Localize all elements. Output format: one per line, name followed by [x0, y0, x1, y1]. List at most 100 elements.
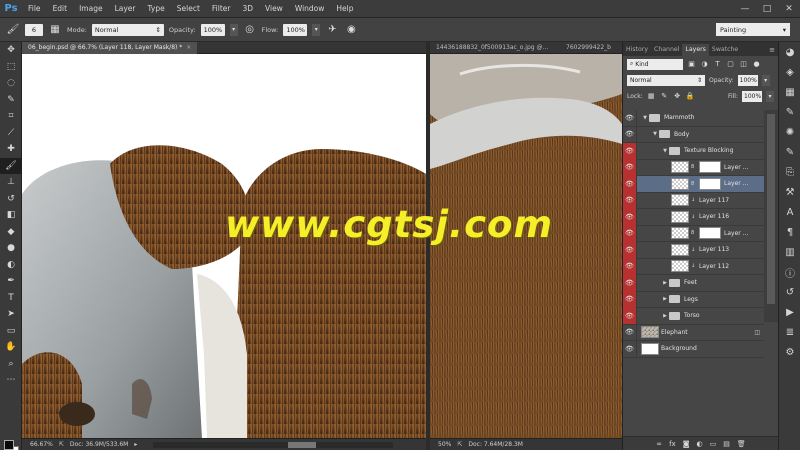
layer-opacity-dropdown-icon[interactable]: ▾ — [761, 74, 770, 86]
document-tab-reference-2[interactable]: 7602999422_b — [560, 42, 622, 54]
properties-panel-icon[interactable]: ≣ — [779, 322, 800, 342]
chevron-down-icon[interactable]: ▼ — [661, 148, 669, 154]
layer-row[interactable]: 👁 ▼ Body — [623, 126, 764, 143]
layers-dock-icon[interactable]: ◈ — [779, 62, 800, 82]
document-tab-main[interactable]: 06_begin.psd @ 66.7% (Layer 118, Layer M… — [22, 41, 198, 54]
character-panel-icon[interactable]: A — [779, 202, 800, 222]
layer-row[interactable]: 👁 Elephant ◫ — [623, 324, 764, 341]
zoom-level[interactable]: 66.67% — [30, 441, 53, 448]
type-tool-icon[interactable]: T — [0, 290, 22, 307]
eye-icon[interactable]: 👁 — [623, 192, 637, 209]
filter-toggle-icon[interactable]: ● — [752, 59, 761, 69]
layer-thumbnail[interactable] — [641, 342, 659, 355]
close-icon[interactable]: × — [186, 44, 191, 51]
link-layers-icon[interactable]: ∞ — [656, 440, 662, 448]
menu-view[interactable]: View — [259, 0, 289, 18]
export-icon[interactable]: ⇱ — [457, 441, 462, 448]
menu-filter[interactable]: Filter — [206, 0, 237, 18]
eye-icon[interactable]: 👁 — [623, 274, 637, 291]
menu-image[interactable]: Image — [73, 0, 109, 18]
menu-type[interactable]: Type — [142, 0, 171, 18]
chevron-down-icon[interactable]: ▼ — [641, 115, 649, 121]
dodge-tool-icon[interactable]: ◐ — [0, 257, 22, 274]
brush-panel-icon[interactable]: ▦ — [48, 23, 62, 37]
menu-help[interactable]: Help — [330, 0, 359, 18]
horizontal-scrollbar[interactable] — [153, 441, 394, 448]
filter-type-icon[interactable]: T — [713, 59, 722, 69]
layer-thumbnail[interactable] — [671, 227, 689, 240]
rectangle-tool-icon[interactable]: ▭ — [0, 323, 22, 340]
tab-channels[interactable]: Channel — [651, 44, 682, 56]
layer-row[interactable]: 👁 ▶ Torso — [623, 307, 764, 325]
menu-layer[interactable]: Layer — [109, 0, 142, 18]
chevron-down-icon[interactable]: ▼ — [651, 131, 659, 137]
workspace-select[interactable]: Painting ▾ — [716, 23, 790, 36]
opacity-dropdown-icon[interactable]: ▾ — [229, 23, 238, 36]
layer-row[interactable]: 👁 ▼ Texture Blocking — [623, 142, 764, 160]
layer-thumbnail[interactable] — [671, 161, 689, 174]
add-mask-icon[interactable]: ◙ — [683, 440, 690, 448]
filter-shape-icon[interactable]: ▢ — [726, 59, 735, 69]
history-dock-icon[interactable]: ↺ — [779, 282, 800, 302]
eye-icon[interactable]: 👁 — [623, 241, 637, 258]
eye-icon[interactable]: 👁 — [623, 126, 637, 143]
eyedropper-tool-icon[interactable]: ⟋ — [0, 125, 22, 142]
opacity-input[interactable]: 100% — [200, 23, 225, 36]
filter-adjustment-icon[interactable]: ◑ — [700, 59, 709, 69]
pressure-size-icon[interactable]: ◉ — [344, 23, 358, 37]
paragraph-panel-icon[interactable]: ¶ — [779, 222, 800, 242]
marquee-tool-icon[interactable]: ⬚ — [0, 59, 22, 76]
eye-icon[interactable]: 👁 — [623, 159, 637, 176]
zoom-level[interactable]: 50% — [438, 441, 451, 448]
layer-thumbnail[interactable] — [671, 210, 689, 223]
layer-mask-thumbnail[interactable] — [699, 177, 721, 190]
info-panel-icon[interactable]: ⓘ — [779, 262, 800, 282]
brush-tool-icon[interactable]: 🖌 — [0, 157, 22, 174]
layer-row[interactable]: 👁 ↓ Layer 112 — [623, 258, 764, 275]
hand-tool-icon[interactable]: ✋ — [0, 339, 22, 356]
eye-icon[interactable]: 👁 — [623, 175, 637, 192]
layer-thumbnail[interactable] — [641, 326, 659, 339]
layer-style-icon[interactable]: fx — [669, 440, 676, 448]
kind-filter-select[interactable]: ⌕ Kind — [627, 58, 683, 70]
layer-row[interactable]: 👁 ↓ Layer 117 — [623, 192, 764, 209]
gear-icon[interactable]: ✺ — [779, 122, 800, 142]
brush-dock-icon[interactable]: ✎ — [779, 142, 800, 162]
healing-brush-tool-icon[interactable]: ✚ — [0, 141, 22, 158]
lock-position-icon[interactable]: ✥ — [673, 91, 682, 101]
layer-row[interactable]: 👁 8 Layer ... — [623, 225, 764, 242]
layers-scrollbar[interactable] — [764, 110, 778, 322]
eraser-tool-icon[interactable]: ◧ — [0, 207, 22, 224]
export-icon[interactable]: ⇱ — [59, 441, 64, 448]
scroll-thumb[interactable] — [288, 441, 317, 448]
chevron-right-icon[interactable]: ▶ — [661, 280, 669, 286]
chevron-right-icon[interactable]: ▶ — [661, 296, 669, 302]
blur-tool-icon[interactable]: ● — [0, 240, 22, 257]
status-menu-icon[interactable]: ▸ — [134, 441, 137, 448]
trash-icon[interactable]: 🗑 — [737, 440, 746, 448]
fill-input[interactable]: 100% — [742, 90, 762, 102]
lock-transparent-icon[interactable]: ▦ — [647, 91, 656, 101]
clone-stamp-tool-icon[interactable]: ⊥ — [0, 174, 22, 191]
airbrush-icon[interactable]: ✈ — [325, 23, 339, 37]
lock-pixels-icon[interactable]: ✎ — [660, 91, 669, 101]
swatches-dock-icon[interactable]: ▦ — [779, 82, 800, 102]
eye-icon[interactable]: 👁 — [623, 340, 637, 357]
canvas-reference[interactable] — [430, 54, 622, 438]
layer-mask-thumbnail[interactable] — [699, 161, 721, 174]
adjustments-panel-icon[interactable]: ⚙ — [779, 342, 800, 362]
eye-icon[interactable]: 👁 — [623, 225, 637, 242]
crop-tool-icon[interactable]: ⌗ — [0, 108, 22, 125]
flow-input[interactable]: 100% — [283, 23, 308, 36]
layer-row[interactable]: 👁 ▶ Legs — [623, 291, 764, 308]
tool-presets-icon[interactable]: ⚒ — [779, 182, 800, 202]
eye-icon[interactable]: 👁 — [623, 208, 637, 225]
blend-mode-select[interactable]: Normal ⇕ — [627, 74, 705, 86]
brush-size-picker[interactable]: 6 — [25, 23, 43, 36]
quick-select-tool-icon[interactable]: ✎ — [0, 92, 22, 109]
eye-icon[interactable]: 👁 — [623, 142, 637, 159]
fill-dropdown-icon[interactable]: ▾ — [766, 90, 774, 102]
tab-layers[interactable]: Layers — [682, 44, 709, 56]
panel-menu-icon[interactable]: ≡ — [769, 44, 778, 56]
color-panel-icon[interactable]: ◕ — [779, 42, 800, 62]
